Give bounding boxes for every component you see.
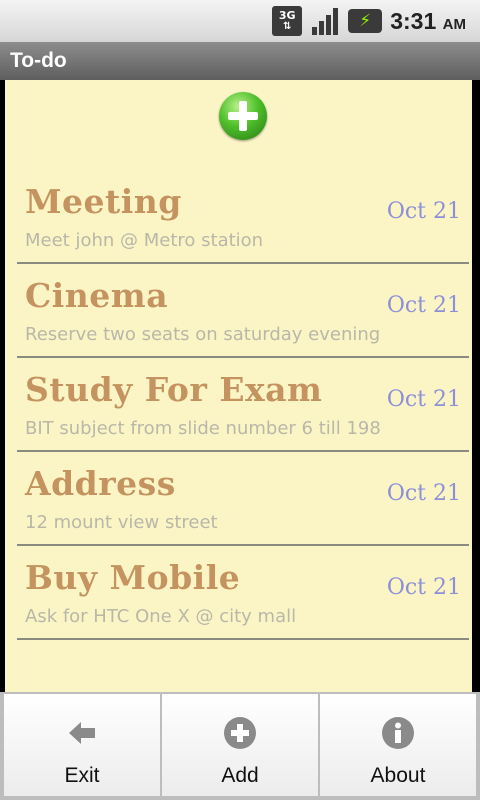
- battery-charging-icon: ⚡: [348, 9, 383, 33]
- todo-title: Meeting: [25, 182, 182, 221]
- clock-ampm: AM: [442, 15, 466, 33]
- clock-time: 3:31: [390, 7, 437, 34]
- data-activity-icon: ⇅: [283, 21, 292, 32]
- exit-menu-button[interactable]: Exit: [4, 694, 160, 796]
- exit-label: Exit: [64, 764, 100, 787]
- todo-description: BIT subject from slide number 6 till 198: [25, 418, 381, 439]
- app-title: To-do: [10, 49, 67, 72]
- todo-title: Address: [25, 464, 176, 503]
- todo-description: Ask for HTC One X @ city mall: [25, 606, 297, 627]
- about-menu-button[interactable]: About: [320, 694, 476, 796]
- todo-date: Oct 21: [386, 575, 461, 600]
- todo-title: Buy Mobile: [25, 558, 241, 597]
- app-title-bar: To-do: [0, 42, 480, 80]
- todo-date: Oct 21: [386, 199, 461, 224]
- todo-date: Oct 21: [386, 293, 461, 318]
- todo-list: Meeting Meet john @ Metro station Oct 21…: [17, 170, 469, 640]
- todo-item-buy-mobile[interactable]: Buy Mobile Ask for HTC One X @ city mall…: [17, 546, 469, 640]
- todo-description: Reserve two seats on saturday evening: [25, 324, 381, 345]
- todo-date: Oct 21: [386, 481, 461, 506]
- todo-item-address[interactable]: Address 12 mount view street Oct 21: [17, 452, 469, 546]
- todo-item-cinema[interactable]: Cinema Reserve two seats on saturday eve…: [17, 264, 469, 358]
- status-bar: 3G ⇅ ⚡ 3:31 AM: [0, 0, 480, 42]
- add-label: Add: [221, 764, 259, 787]
- network-type-label: 3G: [278, 9, 296, 22]
- notepad-background: Meeting Meet john @ Metro station Oct 21…: [5, 80, 472, 692]
- back-arrow-icon: [65, 716, 99, 750]
- todo-title: Study For Exam: [25, 370, 323, 409]
- todo-description: Meet john @ Metro station: [25, 230, 264, 251]
- options-menu: Exit Add About: [0, 692, 480, 800]
- network-3g-icon: 3G ⇅: [272, 6, 303, 36]
- todo-title: Cinema: [25, 276, 169, 315]
- info-icon: [381, 716, 415, 750]
- signal-strength-icon: [310, 6, 340, 36]
- add-menu-button[interactable]: Add: [162, 694, 318, 796]
- status-clock: 3:31 AM: [390, 8, 466, 35]
- todo-description: 12 mount view street: [25, 512, 218, 533]
- add-circle-icon: [223, 716, 257, 750]
- content-area: Meeting Meet john @ Metro station Oct 21…: [0, 80, 480, 692]
- todo-item-study-for-exam[interactable]: Study For Exam BIT subject from slide nu…: [17, 358, 469, 452]
- about-label: About: [370, 764, 426, 787]
- todo-item-meeting[interactable]: Meeting Meet john @ Metro station Oct 21: [17, 170, 469, 264]
- todo-date: Oct 21: [386, 387, 461, 412]
- add-todo-icon[interactable]: [219, 92, 267, 140]
